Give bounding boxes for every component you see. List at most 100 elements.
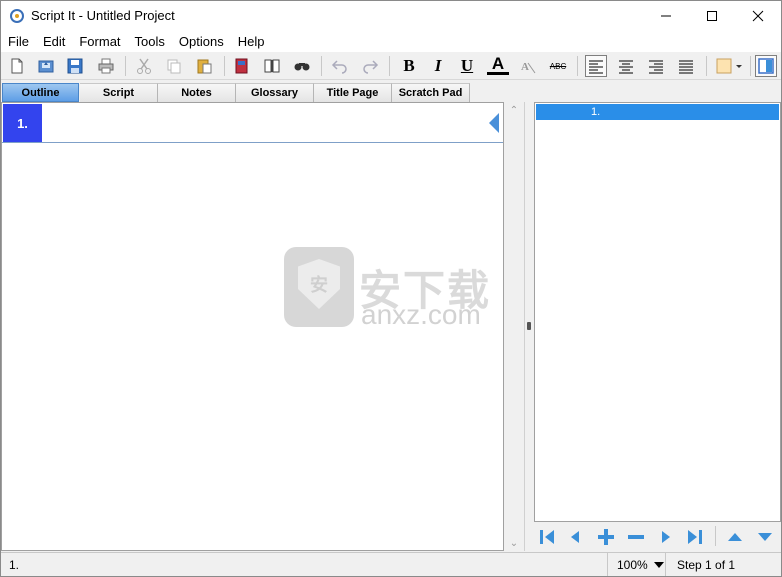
maximize-button[interactable]	[689, 1, 735, 31]
menu-options[interactable]: Options	[172, 32, 231, 52]
save-button[interactable]	[64, 55, 86, 77]
tab-strip-filler	[470, 83, 504, 102]
first-button[interactable]	[537, 527, 557, 547]
align-center-icon	[619, 60, 633, 74]
nav-separator	[715, 526, 716, 546]
paste-button[interactable]	[193, 55, 215, 77]
toolbar-separator	[224, 56, 225, 76]
book-icon	[264, 59, 280, 73]
open-file-icon	[38, 60, 54, 73]
undo-icon	[331, 60, 347, 74]
align-left-button[interactable]	[585, 55, 607, 77]
print-button[interactable]	[95, 55, 117, 77]
collapse-arrow-icon[interactable]	[489, 113, 499, 133]
strikethrough-icon: ABC	[549, 61, 567, 71]
window-title: Script It - Untitled Project	[31, 8, 175, 23]
scroll-down-icon[interactable]: ⌄	[509, 538, 519, 549]
find-button[interactable]	[291, 55, 313, 77]
previous-button[interactable]	[565, 527, 585, 547]
redo-button[interactable]	[359, 55, 381, 77]
close-button[interactable]	[735, 1, 781, 31]
outline-list-item[interactable]: 1.	[536, 104, 779, 120]
spellcheck-icon	[235, 58, 248, 74]
tab-script[interactable]: Script	[80, 83, 158, 102]
cut-button[interactable]	[133, 55, 155, 77]
last-icon	[688, 530, 702, 544]
close-icon	[752, 10, 764, 22]
chevron-down-icon	[654, 562, 664, 568]
underline-button[interactable]: U	[456, 55, 478, 77]
tab-notes[interactable]: Notes	[158, 83, 236, 102]
tab-title-page[interactable]: Title Page	[314, 83, 392, 102]
outline-row[interactable]: 1.	[2, 103, 503, 143]
maximize-icon	[707, 11, 717, 21]
menu-edit[interactable]: Edit	[36, 32, 72, 52]
menu-format[interactable]: Format	[72, 32, 127, 52]
new-file-button[interactable]	[6, 55, 28, 77]
outline-number[interactable]: 1.	[3, 104, 42, 142]
tab-scratch-pad[interactable]: Scratch Pad	[392, 83, 470, 102]
pane-splitter[interactable]	[525, 102, 534, 551]
splitter-grip-icon[interactable]	[527, 322, 531, 330]
move-down-button[interactable]	[755, 527, 775, 547]
spellcheck-button[interactable]	[231, 55, 253, 77]
menu-bar: File Edit Format Tools Options Help	[1, 32, 781, 52]
save-icon	[67, 58, 83, 74]
last-button[interactable]	[685, 527, 705, 547]
new-file-icon	[11, 58, 23, 74]
first-icon	[540, 530, 554, 544]
find-icon	[294, 63, 310, 71]
highlight-color-icon	[716, 58, 742, 74]
highlight-color-button[interactable]	[714, 55, 746, 77]
toolbar-separator	[706, 56, 707, 76]
watermark-text-en: anxz.com	[361, 299, 481, 330]
add-button[interactable]	[596, 527, 616, 547]
move-up-button[interactable]	[725, 527, 745, 547]
redo-icon	[363, 60, 379, 74]
bold-icon: B	[403, 56, 415, 75]
panel-toggle-button[interactable]	[755, 55, 777, 77]
open-file-button[interactable]	[35, 55, 57, 77]
next-button[interactable]	[656, 527, 676, 547]
justify-icon	[679, 60, 693, 74]
italic-button[interactable]: I	[427, 55, 449, 77]
align-left-icon	[589, 60, 603, 74]
menu-file[interactable]: File	[1, 32, 36, 52]
font-color-button[interactable]: A	[487, 54, 509, 75]
copy-button[interactable]	[163, 55, 185, 77]
clear-format-button[interactable]: A	[517, 55, 539, 77]
minimize-button[interactable]	[643, 1, 689, 31]
justify-button[interactable]	[675, 55, 697, 77]
next-icon	[662, 531, 670, 543]
app-logo-icon	[10, 9, 24, 23]
previous-icon	[571, 531, 579, 543]
status-bar: 1. 100% Step 1 of 1	[1, 552, 781, 576]
align-right-button[interactable]	[645, 55, 667, 77]
view-tabs: Outline Script Notes Glossary Title Page…	[1, 83, 504, 102]
editor-scrollbar[interactable]: ⌃ ⌄	[504, 102, 525, 551]
bold-button[interactable]: B	[398, 55, 420, 77]
tab-glossary[interactable]: Glossary	[236, 83, 314, 102]
status-current-item: 1.	[9, 558, 20, 572]
add-icon	[598, 529, 614, 545]
toolbar-separator	[125, 56, 126, 76]
undo-button[interactable]	[329, 55, 351, 77]
toolbar-separator	[321, 56, 322, 76]
italic-icon: I	[434, 56, 442, 75]
toolbar-separator	[389, 56, 390, 76]
strikethrough-button[interactable]: ABC	[547, 55, 569, 77]
scroll-up-icon[interactable]: ⌃	[509, 105, 519, 116]
zoom-dropdown[interactable]: 100%	[607, 553, 666, 576]
copy-icon	[167, 59, 181, 74]
app-window: Script It - Untitled Project File Edit F…	[0, 0, 782, 577]
toolbar: B I U A A ABC	[1, 52, 781, 80]
book-button[interactable]	[261, 55, 283, 77]
align-center-button[interactable]	[615, 55, 637, 77]
menu-help[interactable]: Help	[231, 32, 272, 52]
remove-icon	[628, 535, 644, 539]
svg-text:A: A	[521, 61, 529, 73]
tab-outline[interactable]: Outline	[2, 83, 79, 102]
menu-tools[interactable]: Tools	[128, 32, 172, 52]
remove-button[interactable]	[626, 527, 646, 547]
panel-toggle-icon	[758, 58, 774, 74]
